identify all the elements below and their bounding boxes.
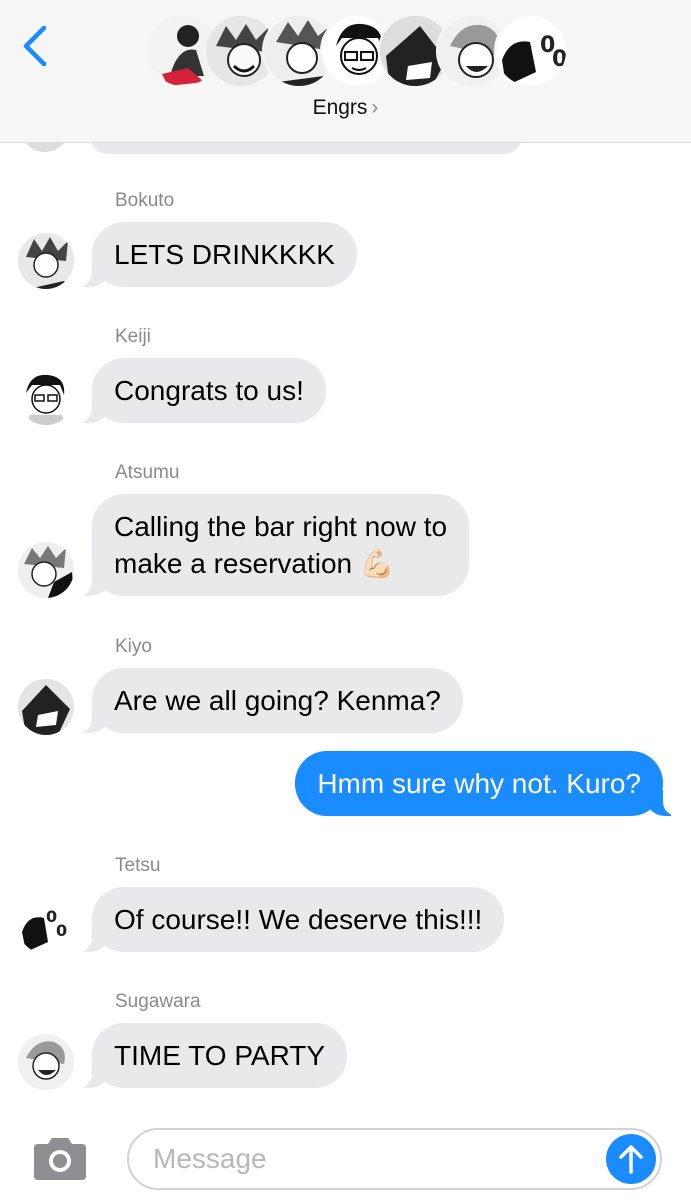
message-input[interactable] (153, 1138, 593, 1180)
message-text: Are we all going? Kenma? (114, 685, 441, 716)
sent-message-bubble[interactable]: Hmm sure why not. Kuro? (295, 751, 679, 816)
messages-screen: 00 Engrs › Bokuto LETS DRINKKKK Keiji Con… (0, 0, 691, 1200)
sender-name: Tetsu (115, 855, 161, 876)
message-composer (0, 1118, 691, 1200)
message-text: Congrats to us! (114, 375, 304, 406)
message-bubble[interactable]: Of course!! We deserve this!!! (75, 887, 505, 952)
message-bubble[interactable]: LETS DRINKKKK (76, 222, 357, 287)
message-text: Hmm sure why not. Kuro? (317, 768, 641, 799)
svg-text:0: 0 (56, 921, 67, 940)
sender-name: Bokuto (115, 190, 175, 211)
message-bubble[interactable]: Are we all going? Kenma? (76, 668, 463, 733)
sender-avatar[interactable]: 00 (18, 898, 74, 954)
message-bubble[interactable]: Calling the bar right now to make a rese… (75, 494, 470, 596)
sender-avatar[interactable] (18, 1034, 74, 1090)
back-button[interactable] (18, 22, 54, 70)
sender-avatar[interactable] (18, 233, 74, 289)
message-text: Of course!! We deserve this!!! (114, 904, 483, 935)
sender-avatar[interactable] (18, 369, 74, 425)
sender-name: Keiji (115, 326, 151, 347)
arrow-up-icon (619, 1145, 643, 1174)
message-text: LETS DRINKKKK (114, 239, 335, 270)
group-avatar-7: 00 (494, 14, 568, 88)
group-title-button[interactable]: Engrs › (0, 96, 691, 120)
sender-name: Sugawara (115, 991, 201, 1012)
camera-icon (34, 1138, 86, 1180)
svg-text:0: 0 (552, 47, 567, 72)
message-text: TIME TO PARTY (114, 1040, 326, 1071)
chevron-left-icon (23, 25, 47, 67)
message-text-line-1: Calling the bar right now to (114, 511, 448, 542)
sender-avatar[interactable] (18, 542, 74, 598)
message-bubble[interactable]: Congrats to us! (76, 358, 326, 423)
camera-button[interactable] (30, 1136, 90, 1182)
group-title: Engrs (312, 96, 368, 119)
message-bubble[interactable]: TIME TO PARTY (75, 1023, 348, 1088)
message-text-line-2: make a reservation 💪🏻 (114, 548, 395, 579)
chevron-right-icon: › (371, 96, 379, 119)
sender-name: Atsumu (115, 462, 180, 483)
sender-name: Kiyo (115, 636, 152, 657)
send-button[interactable] (606, 1134, 656, 1184)
group-avatars[interactable]: 00 (146, 14, 568, 90)
message-field[interactable] (127, 1128, 662, 1190)
sender-avatar[interactable] (18, 679, 74, 735)
conversation-header: 00 Engrs › (0, 0, 691, 143)
